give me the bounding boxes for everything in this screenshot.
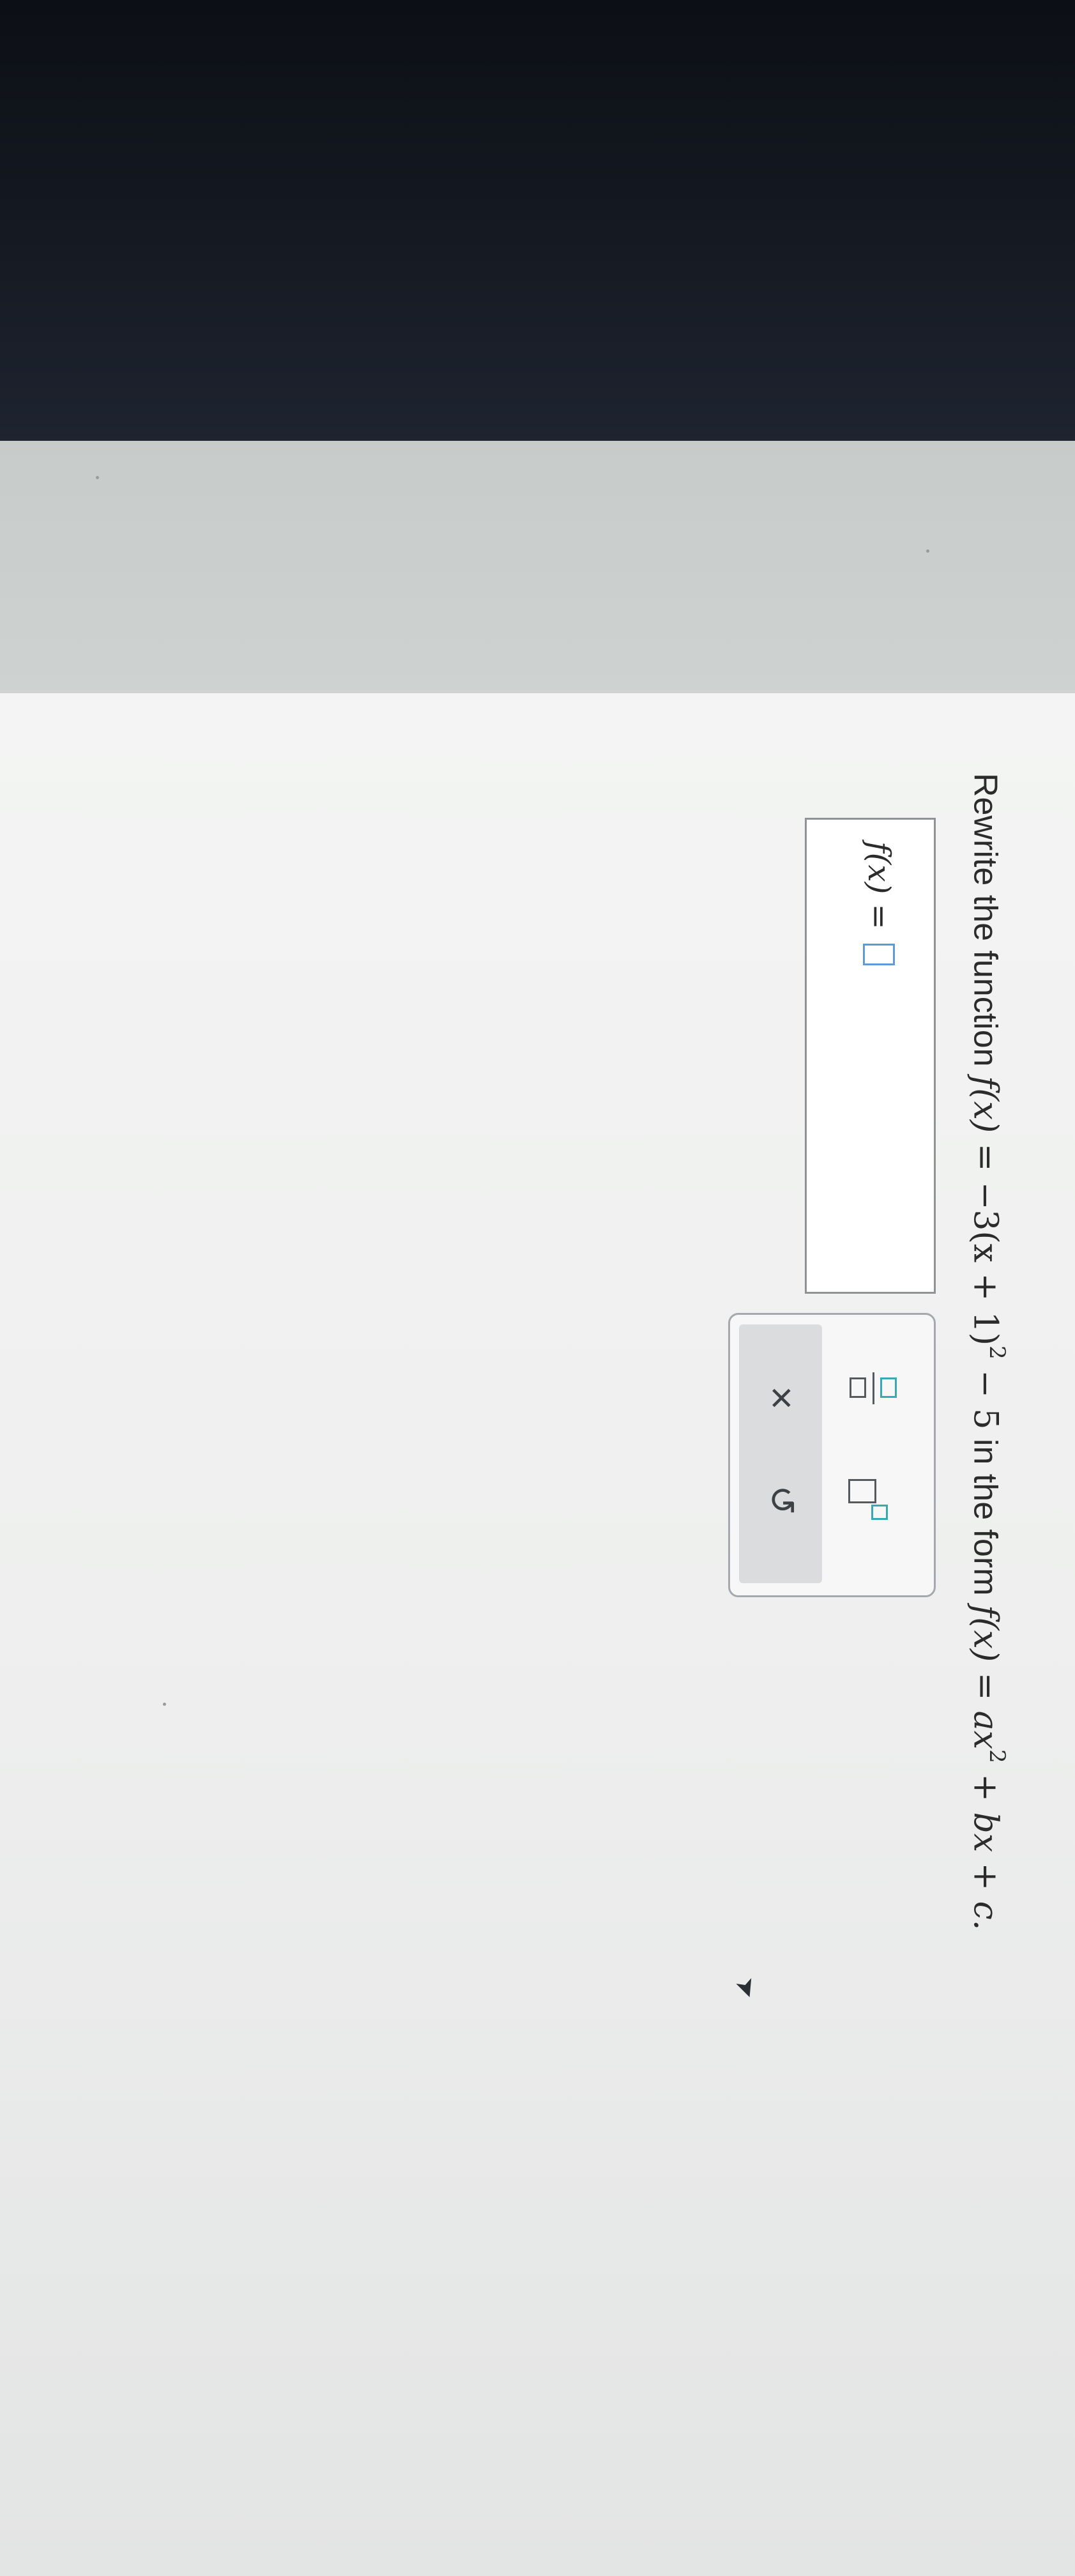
form-lhs: f(x) [966,1605,1005,1662]
given-exponent: 2 [984,1346,1010,1360]
undo-icon: ↺ [762,1485,802,1515]
math-toolbox: × ↺ [728,1313,936,1597]
fraction-icon [880,1377,897,1398]
toolbox-action-row: × ↺ [739,1324,822,1583]
form-rhs-tail: + bx + c. [966,1763,1005,1931]
given-function-rhs-tail: − 5 [966,1359,1005,1430]
superscript-icon [848,1479,876,1503]
exponent-button[interactable] [844,1471,902,1522]
question-middle: in the form [966,1429,1004,1606]
close-icon: × [759,1386,805,1410]
fraction-bar [873,1372,874,1404]
given-function-lhs: f(x) [966,1076,1005,1133]
answer-row: f(x) = [861,841,897,965]
answer-input[interactable] [863,943,895,965]
fraction-denominator [850,1377,866,1398]
form-rhs: = ax [966,1662,1005,1750]
dust-speck [926,549,929,553]
question-panel: Rewrite the function f(x) = −3(x + 1)2 −… [19,773,1016,1930]
undo-button[interactable]: ↺ [759,1478,804,1522]
header-band [0,441,1075,696]
answer-box[interactable]: f(x) = [805,818,936,1294]
question-text: Rewrite the function f(x) = −3(x + 1)2 −… [963,773,1016,1930]
clear-button[interactable]: × [759,1376,805,1420]
form-exponent: 2 [984,1749,1010,1763]
fraction-button[interactable] [844,1366,902,1411]
dust-speck [96,476,99,479]
answer-label: f(x) = [861,841,897,930]
given-function-rhs: = −3(x + 1) [966,1133,1005,1346]
superscript-power-box [871,1505,888,1520]
question-prefix: Rewrite the function [966,773,1004,1077]
screen-bezel [0,0,1075,447]
